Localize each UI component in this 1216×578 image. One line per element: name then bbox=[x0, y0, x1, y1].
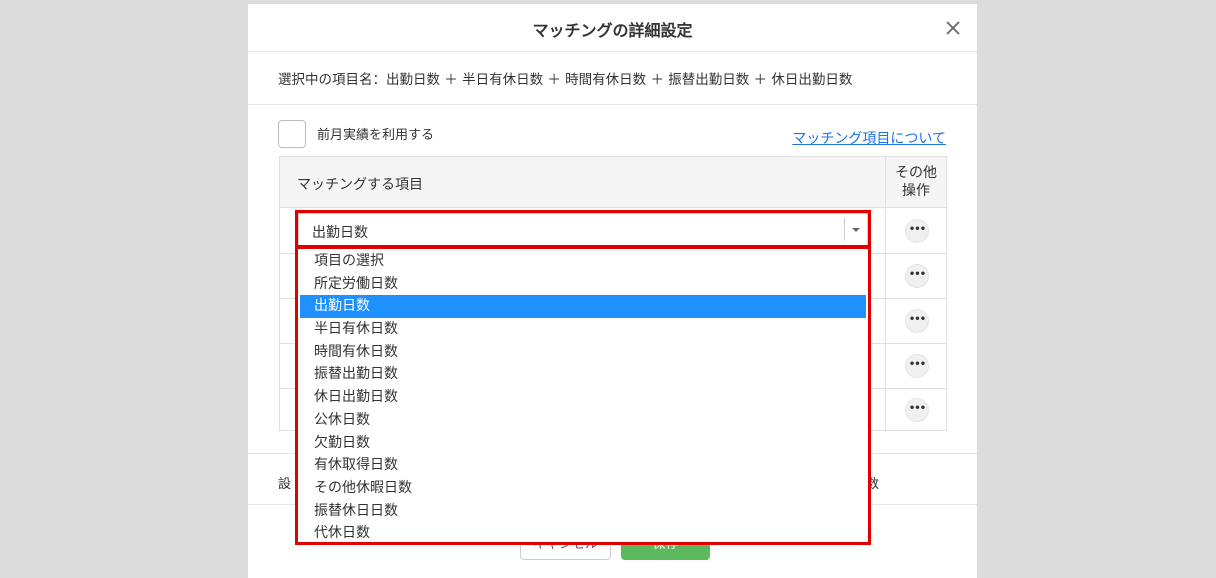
matching-item-select[interactable]: 出勤日数 bbox=[298, 213, 868, 246]
dropdown-option[interactable]: 時間有休日数 bbox=[300, 341, 866, 364]
dropdown-options: 項目の選択 所定労働日数 出勤日数 半日有休日数 時間有休日数 振替出勤日数 休日出勤日数公… bbox=[300, 250, 866, 545]
use-prev-month-label: 前月実績を利用する bbox=[317, 128, 435, 143]
more-options-button[interactable]: ••• bbox=[905, 398, 929, 422]
modal-header: マッチングの詳細設定 bbox=[248, 4, 977, 52]
use-prev-month-checkbox[interactable] bbox=[278, 120, 306, 148]
selected-items-text: 選択中の項目名：出勤日数 ＋ 半日有休日数 ＋ 時間有休日数 ＋ 振替出勤日数 … bbox=[278, 72, 853, 88]
caret-down-icon[interactable] bbox=[852, 228, 860, 232]
dropdown-option[interactable]: 代休日数 bbox=[300, 522, 866, 545]
dropdown-option[interactable]: 出勤日数 bbox=[300, 295, 866, 319]
header-other-ops: その他 操作 bbox=[885, 157, 946, 208]
row-ops-cell: ••• bbox=[885, 254, 946, 298]
dropdown-option[interactable]: 項目の選択 bbox=[300, 250, 866, 273]
dropdown-option[interactable]: 半日有休日数 bbox=[300, 318, 866, 341]
dropdown-option[interactable]: 有休取得日数 bbox=[300, 454, 866, 477]
close-icon[interactable] bbox=[941, 16, 965, 40]
table-header: マッチングする項目 その他 操作 bbox=[280, 157, 946, 208]
select-divider bbox=[844, 218, 845, 241]
header-ops-line2: 操作 bbox=[902, 183, 930, 199]
dropdown-option[interactable]: 振替出勤日数 bbox=[300, 363, 866, 386]
header-matching-item: マッチングする項目 bbox=[297, 177, 423, 193]
dropdown-option[interactable]: 公休日数 bbox=[300, 409, 866, 432]
row-ops-cell: ••• bbox=[885, 209, 946, 253]
setting-label-partial: 設 bbox=[278, 477, 292, 492]
more-options-button[interactable]: ••• bbox=[905, 264, 929, 288]
more-options-button[interactable]: ••• bbox=[905, 219, 929, 243]
select-dropdown: 項目の選択 所定労働日数 出勤日数 半日有休日数 時間有休日数 振替出勤日数 休日出勤日数公… bbox=[295, 246, 871, 545]
select-value: 出勤日数 bbox=[312, 225, 368, 241]
dropdown-option[interactable]: 振替休日日数 bbox=[300, 500, 866, 523]
more-options-button[interactable]: ••• bbox=[905, 354, 929, 378]
divider bbox=[248, 104, 977, 105]
header-ops-line1: その他 bbox=[895, 165, 937, 181]
dropdown-option[interactable]: 欠勤日数 bbox=[300, 432, 866, 455]
row-ops-cell: ••• bbox=[885, 299, 946, 343]
dropdown-option[interactable]: その他休暇日数 bbox=[300, 477, 866, 500]
row-ops-cell: ••• bbox=[885, 344, 946, 388]
modal-title: マッチングの詳細設定 bbox=[532, 21, 693, 40]
row-ops-cell: ••• bbox=[885, 388, 946, 430]
matching-help-link[interactable]: マッチング項目について bbox=[792, 128, 946, 148]
dropdown-option[interactable]: 休日出勤日数 bbox=[300, 386, 866, 409]
more-options-button[interactable]: ••• bbox=[905, 309, 929, 333]
dropdown-option[interactable]: 所定労働日数 bbox=[300, 273, 866, 296]
